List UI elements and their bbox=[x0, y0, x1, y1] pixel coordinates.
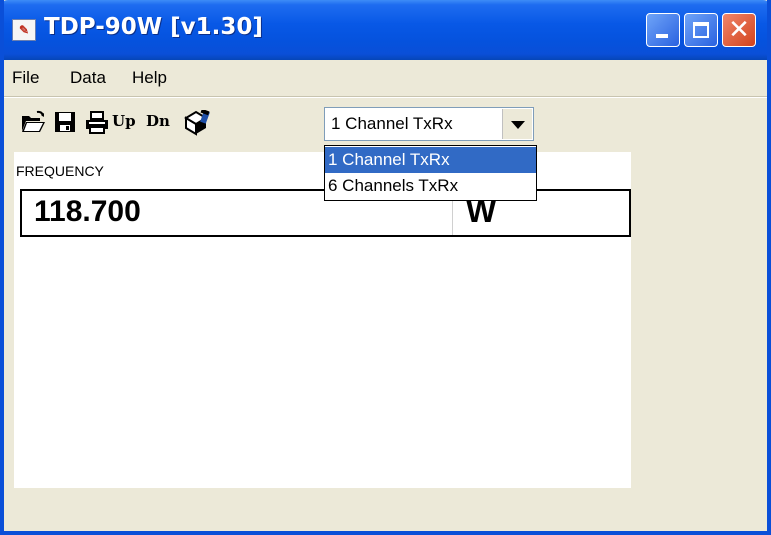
channel-mode-value: 1 Channel TxRx bbox=[331, 114, 453, 133]
frequency-value: 118.700 bbox=[34, 195, 141, 228]
save-icon[interactable] bbox=[52, 110, 78, 136]
option-6-channels[interactable]: 6 Channels TxRx bbox=[325, 173, 536, 199]
dropdown-arrow-button[interactable] bbox=[502, 109, 532, 139]
window-title: TDP-90W [v1.30] bbox=[44, 14, 263, 40]
print-icon[interactable] bbox=[84, 110, 110, 136]
app-icon[interactable]: ✎ bbox=[12, 19, 36, 41]
down-button[interactable]: Dn bbox=[146, 112, 170, 130]
menu-bar: File Data Help bbox=[4, 60, 767, 97]
app-window: ✎ TDP-90W [v1.30] ✕ File Data Help Up Dn… bbox=[0, 0, 771, 535]
maximize-button[interactable] bbox=[684, 13, 718, 47]
maximize-icon bbox=[693, 22, 709, 38]
chevron-down-icon bbox=[511, 121, 525, 129]
radio-channel-icon[interactable] bbox=[184, 108, 210, 136]
close-button[interactable]: ✕ bbox=[722, 13, 756, 47]
open-folder-icon[interactable] bbox=[20, 110, 46, 136]
option-1-channel[interactable]: 1 Channel TxRx bbox=[325, 147, 536, 173]
minimize-icon bbox=[656, 34, 668, 38]
menu-file[interactable]: File bbox=[12, 68, 39, 88]
title-bar[interactable]: ✎ TDP-90W [v1.30] ✕ bbox=[4, 0, 767, 60]
close-icon: ✕ bbox=[728, 15, 750, 45]
channel-mode-options: 1 Channel TxRx 6 Channels TxRx bbox=[324, 145, 537, 201]
channel-mode-select[interactable]: 1 Channel TxRx bbox=[324, 107, 534, 141]
frequency-label: FREQUENCY bbox=[16, 163, 104, 179]
up-button[interactable]: Up bbox=[112, 112, 136, 130]
menu-data[interactable]: Data bbox=[70, 68, 106, 88]
menu-help[interactable]: Help bbox=[132, 68, 167, 88]
minimize-button[interactable] bbox=[646, 13, 680, 47]
